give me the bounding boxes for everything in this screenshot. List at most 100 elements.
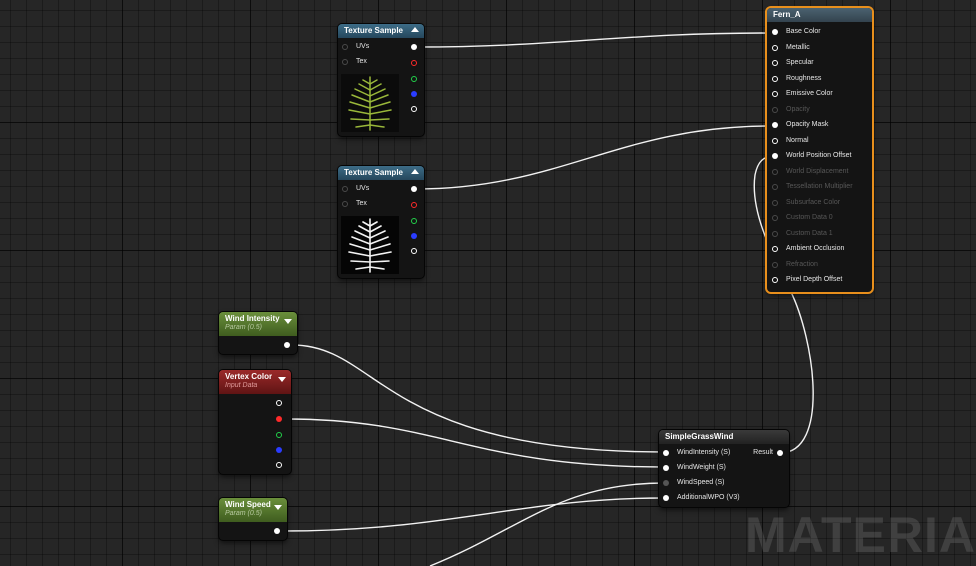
node-header[interactable]: Texture Sample bbox=[338, 24, 424, 38]
wind-weight-input-pin[interactable]: WindWeight (S) bbox=[663, 462, 726, 474]
blue-output-pin[interactable] bbox=[411, 91, 417, 97]
output-pin-label: Roughness bbox=[786, 74, 822, 82]
pin-icon[interactable] bbox=[772, 60, 778, 66]
output-pin-row[interactable]: Pixel Depth Offset bbox=[772, 274, 842, 286]
output-pin-row: Tessellation Multiplier bbox=[772, 181, 853, 193]
output-pin-row: Custom Data 0 bbox=[772, 212, 833, 224]
alpha-output-pin[interactable] bbox=[411, 248, 417, 254]
alpha-output-pin[interactable] bbox=[411, 106, 417, 112]
output-pin-row[interactable]: Ambient Occlusion bbox=[772, 243, 844, 255]
output-pin-label: Opacity Mask bbox=[786, 121, 829, 128]
pin-icon[interactable] bbox=[772, 277, 778, 283]
pin-icon bbox=[772, 215, 778, 221]
material-output-node[interactable]: Fern_A Base Color Metallic Specular Roughne… bbox=[765, 6, 874, 294]
rgb-output-pin[interactable] bbox=[411, 186, 417, 192]
pin-icon bbox=[772, 199, 778, 206]
output-pin-row[interactable]: Normal bbox=[772, 135, 809, 147]
red-output-pin[interactable] bbox=[411, 60, 417, 66]
output-pin-row: Opacity bbox=[772, 104, 810, 116]
pin-icon bbox=[772, 230, 778, 237]
pin-icon[interactable] bbox=[663, 495, 669, 501]
node-subtitle: Param (0.5) bbox=[225, 510, 262, 517]
pin-icon bbox=[772, 106, 778, 113]
blue-output-pin[interactable] bbox=[411, 233, 417, 239]
wind-speed-input-pin[interactable]: WindSpeed (S) bbox=[663, 477, 724, 489]
wind-intensity-param-node[interactable]: Wind Intensity Param (0.5) bbox=[219, 312, 297, 354]
red-output-pin[interactable] bbox=[276, 416, 282, 422]
collapse-arrow-icon[interactable] bbox=[278, 377, 286, 382]
node-header[interactable]: SimpleGrassWind bbox=[659, 430, 789, 444]
pin-icon[interactable] bbox=[772, 246, 778, 252]
texture-sample-node-2[interactable]: Texture Sample UVs Tex bbox=[338, 166, 424, 278]
node-header[interactable]: Wind Speed Param (0.5) bbox=[219, 498, 287, 522]
additional-wpo-input-pin[interactable]: AdditionalWPO (V3) bbox=[663, 492, 740, 504]
collapse-arrow-icon[interactable] bbox=[284, 319, 292, 324]
output-pin-label: Emissive Color bbox=[786, 90, 833, 97]
result-output-pin[interactable]: Result bbox=[753, 447, 783, 459]
node-title: SimpleGrassWind bbox=[665, 432, 734, 441]
wire-intensity-to-wind bbox=[291, 344, 665, 453]
tex-input-pin[interactable]: Tex bbox=[342, 56, 367, 68]
output-pin-row[interactable]: Metallic bbox=[772, 42, 810, 54]
collapse-arrow-icon[interactable] bbox=[411, 27, 419, 32]
output-pin-row: World Displacement bbox=[772, 166, 849, 178]
green-output-pin[interactable] bbox=[276, 432, 282, 438]
alpha-output-pin[interactable] bbox=[276, 462, 282, 468]
texture-sample-node-1[interactable]: Texture Sample UVs Tex bbox=[338, 24, 424, 136]
green-output-pin[interactable] bbox=[411, 76, 417, 82]
node-header[interactable]: Texture Sample bbox=[338, 166, 424, 180]
output-pin-label: Ambient Occlusion bbox=[786, 245, 845, 252]
output-pin-row[interactable]: World Position Offset bbox=[772, 150, 852, 162]
pin-icon[interactable] bbox=[772, 91, 778, 97]
pin-icon[interactable] bbox=[663, 450, 669, 456]
pin-icon[interactable] bbox=[772, 29, 778, 35]
green-output-pin[interactable] bbox=[411, 218, 417, 224]
rgb-output-pin[interactable] bbox=[276, 400, 282, 406]
node-header[interactable]: Wind Intensity Param (0.5) bbox=[219, 312, 297, 336]
output-pin-row[interactable]: Specular bbox=[772, 57, 814, 69]
uvs-pin-icon[interactable] bbox=[342, 44, 348, 50]
tex-pin-icon[interactable] bbox=[342, 201, 348, 207]
output-pin-row[interactable]: Roughness bbox=[772, 73, 821, 85]
pin-icon bbox=[772, 184, 778, 190]
fern-leaf-green-thumbnail bbox=[341, 74, 399, 132]
node-header[interactable]: Vertex Color Input Data bbox=[219, 370, 291, 394]
pin-icon[interactable] bbox=[777, 450, 783, 456]
fern-leaf-mask-thumbnail bbox=[341, 216, 399, 274]
uvs-input-pin[interactable]: UVs bbox=[342, 183, 369, 195]
pin-icon[interactable] bbox=[772, 75, 778, 82]
tex-pin-icon[interactable] bbox=[342, 59, 348, 65]
wire-vertex-red-to-weight bbox=[285, 418, 665, 468]
output-pin-label: World Displacement bbox=[786, 167, 849, 175]
pin-icon[interactable] bbox=[772, 44, 778, 51]
collapse-arrow-icon[interactable] bbox=[274, 505, 282, 510]
output-pin-row[interactable]: Opacity Mask bbox=[772, 119, 828, 131]
simple-grass-wind-node[interactable]: SimpleGrassWind WindIntensity (S) WindWe… bbox=[659, 430, 789, 507]
pin-icon[interactable] bbox=[772, 137, 778, 144]
node-title: Texture Sample bbox=[344, 168, 403, 177]
value-output-pin[interactable] bbox=[274, 528, 280, 534]
uvs-input-pin[interactable]: UVs bbox=[342, 41, 369, 53]
output-pin-label: Custom Data 1 bbox=[786, 229, 833, 237]
output-pin-row[interactable]: Emissive Color bbox=[772, 88, 833, 100]
node-header[interactable]: Fern_A bbox=[767, 8, 872, 22]
rgb-output-pin[interactable] bbox=[411, 44, 417, 50]
node-title: Wind Speed bbox=[225, 500, 271, 509]
pin-icon[interactable] bbox=[772, 122, 778, 128]
wind-speed-param-node[interactable]: Wind Speed Param (0.5) bbox=[219, 498, 287, 540]
value-output-pin[interactable] bbox=[284, 342, 290, 348]
pin-icon[interactable] bbox=[663, 465, 669, 471]
red-output-pin[interactable] bbox=[411, 202, 417, 208]
pin-icon[interactable] bbox=[772, 153, 778, 159]
tex-input-pin[interactable]: Tex bbox=[342, 198, 367, 210]
output-pin-row[interactable]: Base Color bbox=[772, 26, 821, 38]
output-pin-label: World Position Offset bbox=[786, 152, 852, 159]
blue-output-pin[interactable] bbox=[276, 447, 282, 453]
node-title: Vertex Color bbox=[225, 372, 273, 381]
collapse-arrow-icon[interactable] bbox=[411, 169, 419, 174]
output-pin-row: Refraction bbox=[772, 259, 818, 271]
uvs-pin-icon[interactable] bbox=[342, 186, 348, 192]
vertex-color-node[interactable]: Vertex Color Input Data bbox=[219, 370, 291, 474]
pin-icon[interactable] bbox=[663, 480, 669, 486]
wind-intensity-input-pin[interactable]: WindIntensity (S) bbox=[663, 447, 730, 459]
